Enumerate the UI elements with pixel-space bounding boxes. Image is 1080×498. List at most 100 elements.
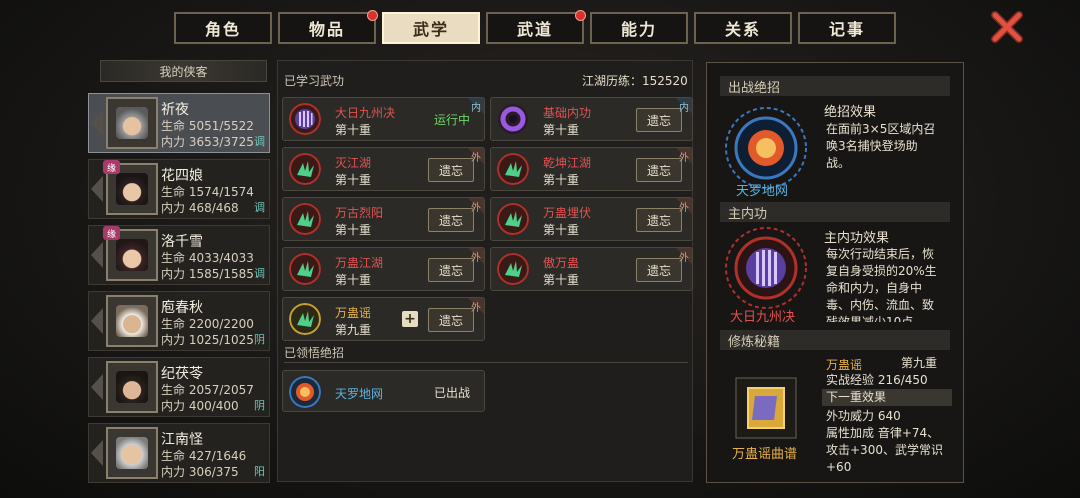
upgrade-plus-button[interactable]: + [402,311,418,327]
skill-type-badge: 外 [676,248,692,264]
skill-level: 第十重 [543,123,580,137]
training-exp: 实战经验 216/450 [826,373,928,387]
tab-character[interactable]: 角色 [174,12,272,44]
skill-card[interactable]: 万蛊埋伏 第十重 遗忘 外 [490,197,693,241]
purple-ring-icon [498,104,528,134]
hero-card[interactable]: 江南怪 生命 427/1646 内力 306/375 阳 [88,423,270,483]
tab-abilities[interactable]: 能力 [590,12,688,44]
hero-status-tag: 调 [254,135,265,148]
inner-skill-label: 大日九州决 [730,310,796,325]
battle-ult-emblem-icon [725,107,807,189]
inner-skill-header: 主内功 [720,202,950,222]
hero-card[interactable]: 缘 花四娘 生命 1574/1574 内力 468/468 调 [88,159,270,219]
skill-name: 万古烈阳 [335,206,384,220]
skill-type-badge: 外 [676,198,692,214]
avatar [106,97,158,149]
hero-mp: 内力 1585/1585 [161,267,254,281]
hero-hp: 生命 5051/5522 [161,119,254,133]
skill-card[interactable]: 万蛊江湖 第十重 遗忘 外 [282,247,485,291]
skill-type-badge: 外 [676,148,692,164]
skill-level: 第十重 [543,223,580,237]
tab-items[interactable]: 物品 [278,10,378,44]
hero-name: 祈夜 [161,102,189,118]
skill-name: 万蛊埋伏 [543,206,592,220]
green-claw-icon [497,253,529,285]
hero-hp: 生命 1574/1574 [161,185,254,199]
ult-status: 已出战 [433,386,470,400]
skill-level: 第十重 [335,273,372,287]
inner-skill-emblem-icon [725,227,807,309]
skill-type-badge: 内 [468,98,484,114]
skill-card[interactable]: 乾坤江湖 第十重 遗忘 外 [490,147,693,191]
skill-card[interactable]: 大日九州决 第十重 运行中 内 [282,97,485,141]
hero-card[interactable]: 祈夜 生命 5051/5522 内力 3653/3725 调 [88,93,270,153]
tab-label: 角色 [204,20,241,39]
skill-type-badge: 外 [468,248,484,264]
sun-mask-icon [289,376,321,408]
hero-name: 纪茯苓 [161,366,203,382]
selector-arrow-icon [91,308,103,334]
hero-hp: 生命 427/1646 [161,449,247,463]
hero-status-tag: 阳 [254,465,265,478]
skill-level: 第十重 [543,173,580,187]
green-claw-icon [289,303,321,335]
learned-title: 已学习武功 [284,74,345,88]
tab-martial-way[interactable]: 武道 [486,10,586,44]
skill-name: 基础内功 [543,106,592,120]
hero-name: 江南怪 [161,432,203,448]
book-emblem-icon [735,377,797,439]
tab-relations[interactable]: 关系 [694,12,792,44]
skill-card[interactable]: 万蛊谣 第九重 + 遗忘 外 [282,297,485,341]
divider [284,362,688,363]
avatar [106,427,158,479]
hero-list: 祈夜 生命 5051/5522 内力 3653/3725 调 缘 花四娘 生命 … [88,93,270,489]
hero-card[interactable]: 纪茯苓 生命 2057/2057 内力 400/400 阴 [88,357,270,417]
notification-dot [367,10,378,21]
skill-type-badge: 外 [468,298,484,314]
training-book-header: 修炼秘籍 [720,330,950,350]
notification-dot [575,10,586,21]
battle-effect-title: 绝招效果 [824,105,877,120]
skill-card[interactable]: 万古烈阳 第十重 遗忘 外 [282,197,485,241]
skill-name: 灭江湖 [335,156,372,170]
purple-orb-icon [289,103,321,135]
skill-card[interactable]: 灭江湖 第十重 遗忘 外 [282,147,485,191]
hero-status-tag: 阴 [254,399,265,412]
ult-title: 已领悟绝招 [284,346,345,360]
hero-status-tag: 调 [254,201,265,214]
ult-card[interactable]: 天罗地网 已出战 [282,370,485,412]
hero-card[interactable]: 缘 洛千雪 生命 4033/4033 内力 1585/1585 调 [88,225,270,285]
inner-effect-title: 主内功效果 [824,231,890,246]
hero-hp: 生命 4033/4033 [161,251,254,265]
green-claw-icon [289,153,321,185]
skill-level: 第十重 [335,123,372,137]
fate-badge: 缘 [103,226,120,240]
hero-mp: 内力 1025/1025 [161,333,254,347]
selector-arrow-icon [91,440,103,466]
battle-ult-label: 天罗地网 [736,184,789,199]
skill-name: 大日九州决 [335,106,396,120]
hero-card[interactable]: 庖春秋 生命 2200/2200 内力 1025/1025 阴 [88,291,270,351]
green-claw-icon [289,203,321,235]
battle-effect-text: 在面前3×5区域内召 唤3名捕快登场助 战。 [826,122,936,170]
tab-label: 记事 [828,20,865,39]
tab-martial-arts[interactable]: 武学 [382,12,480,44]
skill-level: 第十重 [543,273,580,287]
close-icon[interactable] [990,10,1024,44]
skill-type-badge: 外 [468,198,484,214]
selector-arrow-icon [91,242,103,268]
skill-card[interactable]: 傲万蛊 第十重 遗忘 外 [490,247,693,291]
tab-journal[interactable]: 记事 [798,12,896,44]
training-level: 第九重 [901,356,938,370]
hero-hp: 生命 2200/2200 [161,317,254,331]
hero-status-tag: 阴 [254,333,265,346]
hero-name: 洛千雪 [161,234,203,250]
hero-name: 花四娘 [161,168,203,184]
green-claw-icon [497,203,529,235]
fate-badge: 缘 [103,160,120,174]
hero-name: 庖春秋 [161,300,203,316]
tab-label: 武学 [412,20,449,39]
skill-card[interactable]: 基础内功 第十重 遗忘 内 [490,97,693,141]
training-skill-name: 万蛊谣 [826,358,863,372]
hero-status-tag: 调 [254,267,265,280]
